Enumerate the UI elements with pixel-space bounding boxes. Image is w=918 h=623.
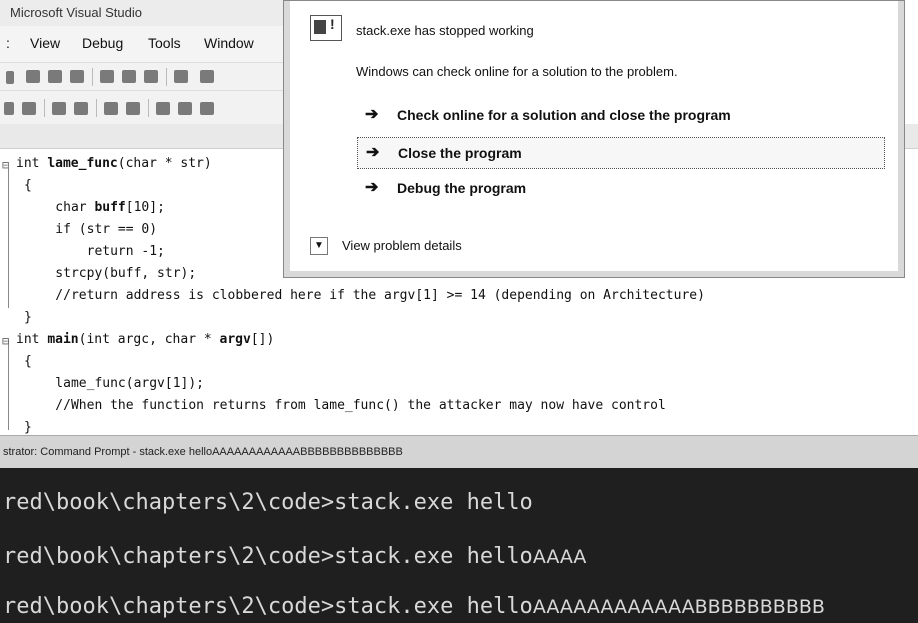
comment-icon[interactable] [104, 102, 118, 115]
option-label: Check online for a solution and close th… [397, 107, 731, 123]
uncomment-icon[interactable] [126, 102, 140, 115]
menu-item-window[interactable]: Window [204, 35, 254, 51]
increase-indent-icon[interactable] [74, 102, 88, 115]
code-line: //When the function returns from lame_fu… [24, 398, 666, 413]
dialog-body: stack.exe has stopped working Windows ca… [290, 1, 898, 271]
debug-program-button[interactable]: ➔ Debug the program [357, 173, 885, 205]
view-details-label: View problem details [342, 238, 462, 253]
copy-icon[interactable] [122, 70, 136, 83]
menu-item-partial[interactable]: : [6, 35, 10, 51]
toolbar-separator [92, 68, 93, 86]
dialog-description: Windows can check online for a solution … [356, 64, 678, 79]
code-line: { [24, 354, 32, 369]
code-line: int main(int argc, char * argv[]) [16, 332, 275, 347]
toolbar-separator [148, 99, 149, 117]
open-folder-icon[interactable] [26, 70, 40, 83]
save-icon[interactable] [48, 70, 62, 83]
fold-guide [8, 340, 9, 430]
chevron-down-icon[interactable]: ▼ [310, 237, 328, 255]
standard-toolbar [0, 62, 290, 91]
undo-icon[interactable] [174, 70, 188, 83]
menu-item-tools[interactable]: Tools [148, 35, 181, 51]
fold-toggle-icon[interactable]: ⊟ [2, 334, 12, 348]
toolbar-separator [166, 68, 167, 86]
code-line: return -1; [24, 244, 165, 259]
quick-info-icon[interactable] [22, 102, 36, 115]
cmd-title-bar: strator: Command Prompt - stack.exe hell… [0, 435, 918, 468]
arrow-right-icon: ➔ [366, 144, 380, 161]
redo-icon[interactable] [200, 70, 214, 83]
vs-title-bar: Microsoft Visual Studio [0, 0, 290, 26]
format-icon[interactable] [4, 102, 14, 115]
crash-dialog: stack.exe has stopped working Windows ca… [283, 0, 905, 278]
code-line: //return address is clobbered here if th… [24, 288, 705, 303]
cut-icon[interactable] [100, 70, 114, 83]
dropdown-icon[interactable] [6, 71, 14, 84]
paste-icon[interactable] [144, 70, 158, 83]
check-online-button[interactable]: ➔ Check online for a solution and close … [357, 100, 885, 132]
menu-item-view[interactable]: View [30, 35, 60, 51]
console-line: red\book\chapters\2\code>stack.exe hello [3, 490, 533, 515]
code-line: { [24, 178, 32, 193]
code-line: if (str == 0) [24, 222, 158, 237]
close-program-button[interactable]: ➔ Close the program [357, 137, 885, 169]
toolbar-separator [44, 99, 45, 117]
toolbar-separator [96, 99, 97, 117]
decrease-indent-icon[interactable] [52, 102, 66, 115]
console-line: red\book\chapters\2\code>stack.exe hello… [3, 594, 825, 619]
fold-toggle-icon[interactable]: ⊟ [2, 158, 12, 172]
console-line: red\book\chapters\2\code>stack.exe hello… [3, 544, 587, 569]
vs-menu-bar: : View Debug Tools Window [0, 26, 290, 62]
menu-item-debug[interactable]: Debug [82, 35, 123, 51]
prev-bookmark-icon[interactable] [178, 102, 192, 115]
dialog-title: stack.exe has stopped working [356, 23, 534, 38]
arrow-right-icon: ➔ [365, 179, 379, 196]
code-line: } [24, 310, 32, 325]
program-error-icon [310, 15, 342, 41]
fold-guide [8, 168, 9, 308]
code-line: char buff[10]; [24, 200, 165, 215]
option-label: Close the program [398, 145, 522, 161]
text-editor-toolbar [0, 90, 290, 126]
next-bookmark-icon[interactable] [200, 102, 214, 115]
command-prompt-console[interactable]: red\book\chapters\2\code>stack.exe hello… [0, 468, 918, 623]
code-line: lame_func(argv[1]); [24, 376, 205, 391]
arrow-right-icon: ➔ [365, 106, 379, 123]
bookmark-icon[interactable] [156, 102, 170, 115]
code-line: int lame_func(char * str) [16, 156, 212, 171]
code-line: strcpy(buff, str); [24, 266, 197, 281]
save-all-icon[interactable] [70, 70, 84, 83]
option-label: Debug the program [397, 180, 527, 196]
